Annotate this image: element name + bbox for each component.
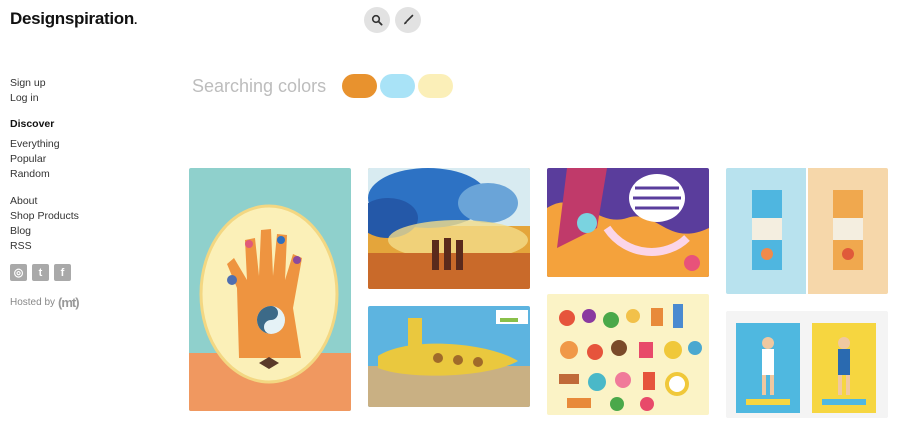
image-tile-coconut-water[interactable]: [726, 168, 888, 294]
site-logo[interactable]: Designspiration.: [10, 9, 137, 29]
twitter-icon[interactable]: t: [32, 264, 49, 281]
instagram-icon[interactable]: ◎: [10, 264, 27, 281]
facebook-icon[interactable]: f: [54, 264, 71, 281]
discover-random-link[interactable]: Random: [10, 167, 160, 182]
rss-link[interactable]: RSS: [10, 239, 160, 254]
sidebar: Sign up Log in Discover Everything Popul…: [10, 76, 160, 310]
smoke-photo-image: [368, 168, 530, 289]
color-swatch-light-blue[interactable]: [380, 74, 416, 98]
searching-colors-label: Searching colors: [192, 75, 327, 96]
sign-up-link[interactable]: Sign up: [10, 76, 160, 91]
color-swatch-pale-yellow[interactable]: [418, 74, 454, 98]
brush-icon: [404, 14, 414, 25]
search-button[interactable]: [364, 7, 390, 33]
hosted-by: Hosted by (mt): [10, 295, 160, 310]
image-tile-submarine-photo[interactable]: [368, 306, 530, 407]
coconut-water-image: [726, 168, 888, 294]
log-in-link[interactable]: Log in: [10, 91, 160, 106]
image-tile-abstract-face[interactable]: [547, 168, 709, 277]
hand-illustration-image: [189, 168, 351, 411]
logo-text: Designspiration: [10, 9, 134, 28]
abstract-face-image: [547, 168, 709, 277]
social-links: ◎ t f: [10, 264, 160, 281]
color-swatch-orange[interactable]: [342, 74, 378, 98]
image-tile-smoke-photo[interactable]: [368, 168, 530, 289]
shop-products-link[interactable]: Shop Products: [10, 209, 160, 224]
image-tile-tennis-posters[interactable]: [726, 311, 888, 418]
discover-heading: Discover: [10, 118, 55, 130]
tennis-posters-image: [726, 311, 888, 418]
blog-link[interactable]: Blog: [10, 224, 160, 239]
host-logo[interactable]: (mt): [58, 295, 80, 310]
discover-everything-link[interactable]: Everything: [10, 137, 160, 152]
color-search-button[interactable]: [395, 7, 421, 33]
logo-suffix: .: [133, 13, 138, 27]
discover-popular-link[interactable]: Popular: [10, 152, 160, 167]
search-icon: [371, 14, 383, 26]
food-icons-image: [547, 294, 709, 415]
image-tile-hand-illustration[interactable]: [189, 168, 351, 411]
image-tile-food-icons[interactable]: [547, 294, 709, 415]
about-link[interactable]: About: [10, 194, 160, 209]
submarine-photo-image: [368, 306, 530, 407]
color-search-row: Searching colors: [192, 74, 456, 98]
hosted-by-label: Hosted by: [10, 297, 56, 308]
